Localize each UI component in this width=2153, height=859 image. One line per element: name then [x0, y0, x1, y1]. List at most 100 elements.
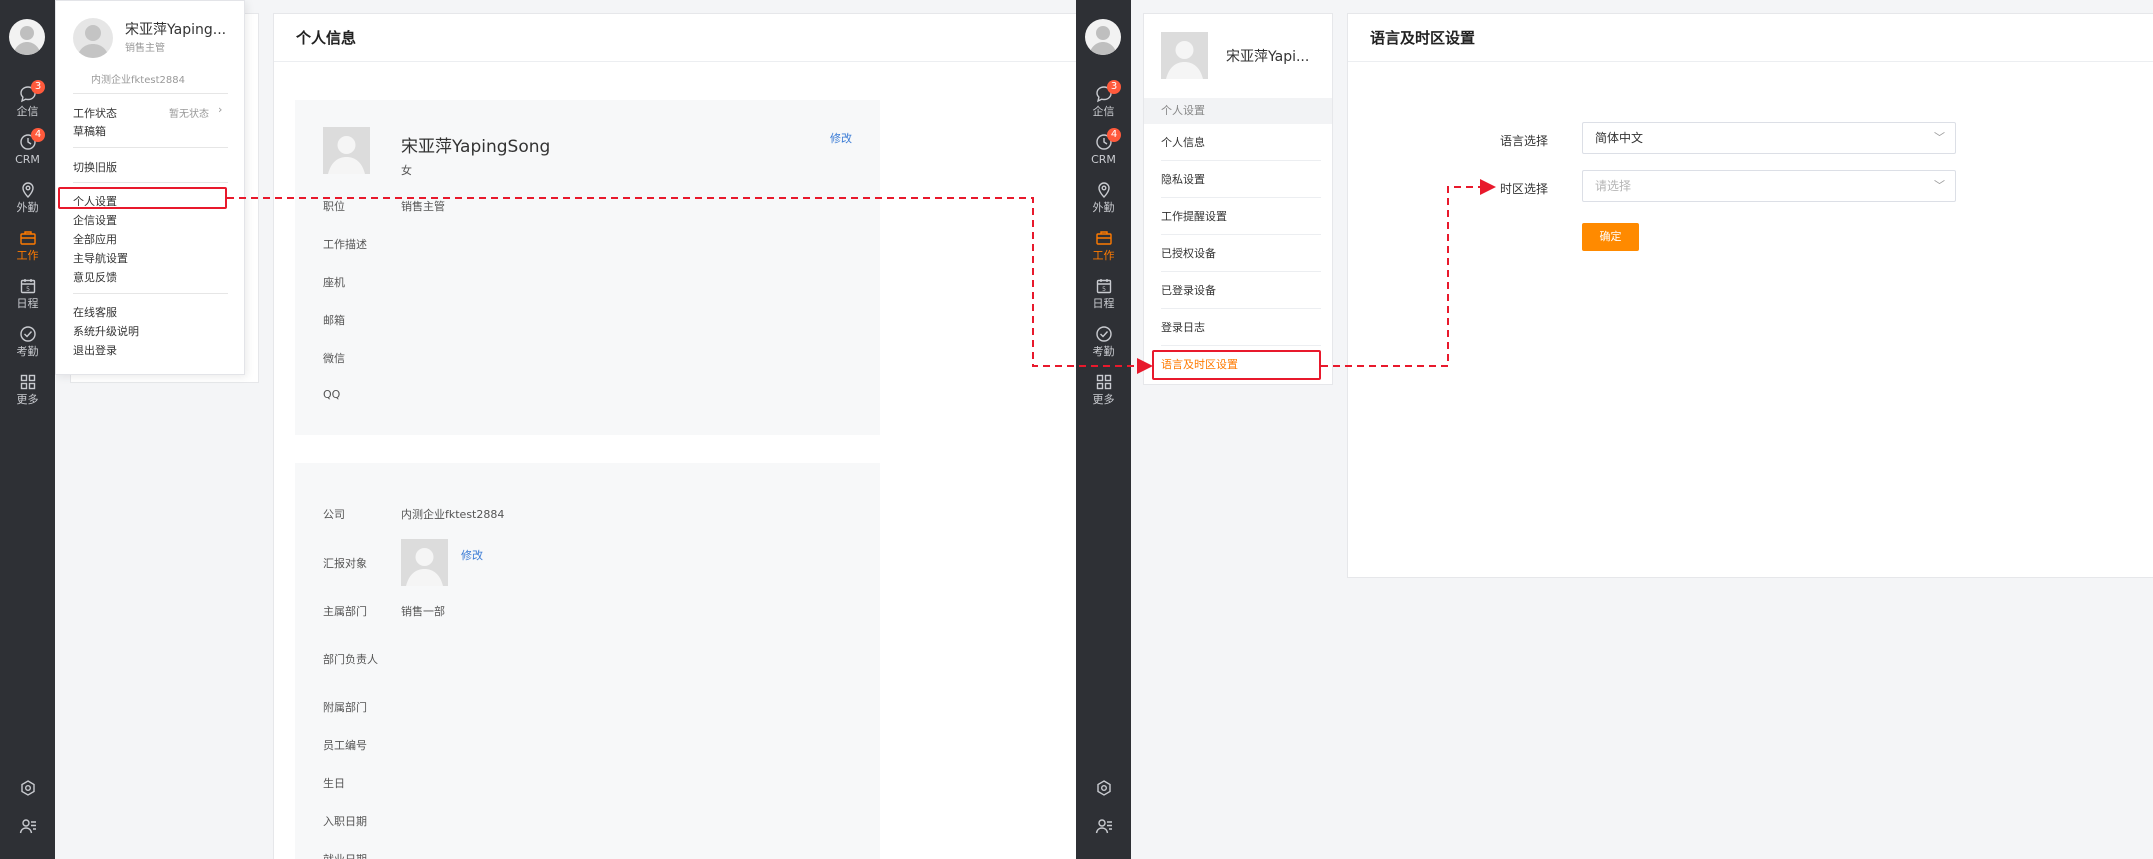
sidebar-item-field[interactable]: 外勤 — [1076, 174, 1131, 220]
settings-button[interactable] — [0, 773, 55, 803]
timezone-label: 时区选择 — [1500, 182, 1549, 196]
work-status-value: 暂无状态 — [169, 109, 209, 120]
location-icon — [21, 181, 34, 198]
menu-item-drafts[interactable]: 草稿箱 — [73, 123, 106, 139]
birthday-label: 生日 — [323, 777, 345, 790]
avatar-placeholder-icon — [328, 136, 365, 174]
menu-item-upgrade-notes[interactable]: 系统升级说明 — [73, 323, 139, 339]
sidebar-label: 更多 — [16, 392, 39, 406]
sidebar-item-attendance[interactable]: 考勤 — [0, 318, 55, 364]
edit-report-to-link[interactable]: 修改 — [461, 547, 483, 563]
settings-user-name: 宋亚萍Yapi... — [1226, 49, 1310, 65]
check-circle-icon — [1095, 325, 1112, 342]
calendar-day: 5 — [1102, 286, 1106, 293]
avatar-placeholder-icon — [77, 25, 109, 58]
sidebar-label: 企信 — [1092, 104, 1115, 118]
location-icon — [1097, 181, 1110, 198]
unread-badge: 3 — [31, 80, 45, 94]
sidebar-item-attendance[interactable]: 考勤 — [1076, 318, 1131, 364]
menu-divider — [73, 293, 228, 294]
edit-profile-link[interactable]: 修改 — [830, 130, 852, 146]
profile-card: 个人信息 宋亚萍YapingSong 女 修改 职位 销售主管 工作描述 座机 … — [273, 13, 1076, 859]
sidebar-label: 日程 — [16, 296, 39, 310]
highlight-language-timezone — [1152, 350, 1321, 380]
briefcase-icon — [1095, 230, 1112, 245]
settings-icon — [1096, 780, 1111, 796]
sidebar-label: 工作 — [1092, 248, 1115, 262]
calendar-day: 5 — [26, 286, 30, 293]
menu-divider — [73, 182, 228, 183]
sidebar-item-work[interactable]: 工作 — [0, 222, 55, 268]
sidebar-label: CRM — [1091, 152, 1116, 166]
field-label: 邮箱 — [323, 314, 345, 327]
left-screenshot-panel: 企信 3 CRM 4 外勤 工作 5 日程 考勤 更多 个人信息 宋亚萍Yapi… — [0, 0, 1076, 859]
sidebar-item-more[interactable]: 更多 — [0, 366, 55, 412]
sidebar-item-more[interactable]: 更多 — [1076, 366, 1131, 412]
language-select[interactable]: 简体中文 ﹀ — [1582, 122, 1956, 154]
menu-item-logout[interactable]: 退出登录 — [73, 342, 117, 358]
sidebar-item-calendar[interactable]: 5 日程 — [0, 270, 55, 316]
sidebar-item-qixin[interactable]: 企信 3 — [0, 78, 55, 124]
settings-item-authorized-devices[interactable]: 已授权设备 — [1161, 235, 1321, 272]
menu-item-online-service[interactable]: 在线客服 — [73, 304, 117, 320]
report-to-label: 汇报对象 — [323, 557, 367, 570]
menu-divider — [73, 93, 228, 94]
sidebar-label: 企信 — [16, 104, 39, 118]
settings-item-logged-devices[interactable]: 已登录设备 — [1161, 272, 1321, 309]
sidebar-label: 考勤 — [1092, 344, 1115, 358]
sub-dept-label: 附属部门 — [323, 701, 367, 714]
menu-item-work-status[interactable]: 工作状态 — [73, 105, 117, 121]
avatar-placeholder-icon — [13, 26, 41, 55]
dropdown-avatar — [73, 18, 113, 58]
confirm-button[interactable]: 确定 — [1582, 223, 1639, 251]
field-label: 职位 — [323, 200, 345, 213]
settings-item-login-log[interactable]: 登录日志 — [1161, 309, 1321, 346]
contacts-button[interactable] — [0, 811, 55, 841]
settings-section-title: 个人设置 — [1144, 98, 1332, 124]
settings-button[interactable] — [1076, 773, 1131, 803]
sidebar-item-calendar[interactable]: 5 日程 — [1076, 270, 1131, 316]
sidebar-label: 工作 — [16, 248, 39, 262]
user-avatar[interactable] — [1085, 19, 1121, 55]
sidebar-item-field[interactable]: 外勤 — [0, 174, 55, 220]
unread-badge: 4 — [31, 128, 45, 142]
grid-icon — [1096, 374, 1111, 389]
settings-avatar — [1161, 32, 1208, 79]
app-sidebar: 企信 3 CRM 4 外勤 工作 5 日程 考勤 更多 — [0, 0, 55, 859]
profile-name: 宋亚萍YapingSong — [401, 137, 551, 157]
menu-item-main-nav-settings[interactable]: 主导航设置 — [73, 250, 128, 266]
menu-item-feedback[interactable]: 意见反馈 — [73, 269, 117, 285]
dropdown-company: 内测企业fktest2884 — [91, 75, 185, 86]
menu-item-all-apps[interactable]: 全部应用 — [73, 231, 117, 247]
user-avatar[interactable] — [9, 19, 45, 55]
unread-badge: 4 — [1107, 128, 1121, 142]
dept-value: 销售一部 — [401, 605, 445, 618]
menu-item-enterprise-settings[interactable]: 企信设置 — [73, 212, 117, 228]
grid-icon — [20, 374, 35, 389]
sidebar-label: 外勤 — [16, 200, 39, 214]
sidebar-item-crm[interactable]: CRM 4 — [0, 126, 55, 172]
chevron-down-icon: ﹀ — [1934, 131, 1945, 144]
contacts-button[interactable] — [1076, 811, 1131, 841]
menu-item-switch-old[interactable]: 切换旧版 — [73, 159, 117, 175]
avatar-placeholder-icon — [1089, 26, 1117, 55]
field-label: 座机 — [323, 276, 345, 289]
sidebar-item-crm[interactable]: CRM 4 — [1076, 126, 1131, 172]
sidebar-item-qixin[interactable]: 企信 3 — [1076, 78, 1131, 124]
page-title: 语言及时区设置 — [1348, 14, 2153, 62]
company-value: 内测企业fktest2884 — [401, 508, 505, 521]
settings-item-personal-info[interactable]: 个人信息 — [1161, 124, 1321, 161]
sidebar-label: 考勤 — [16, 344, 39, 358]
join-date-label: 入职日期 — [323, 815, 367, 828]
org-info-section: 公司 内测企业fktest2884 汇报对象 修改 主属部门 销售一部 部门负责… — [295, 463, 880, 859]
sidebar-item-work[interactable]: 工作 — [1076, 222, 1131, 268]
settings-item-privacy[interactable]: 隐私设置 — [1161, 161, 1321, 198]
sidebar-label: CRM — [15, 152, 40, 166]
sidebar-label: 日程 — [1092, 296, 1115, 310]
settings-item-work-reminder[interactable]: 工作提醒设置 — [1161, 198, 1321, 235]
settings-icon — [20, 780, 35, 796]
timezone-select[interactable]: 请选择 ﹀ — [1582, 170, 1956, 202]
language-timezone-card: 语言及时区设置 语言选择 简体中文 ﹀ 时区选择 请选择 ﹀ 确定 — [1347, 13, 2153, 578]
language-selected-value: 简体中文 — [1595, 131, 1644, 145]
profile-gender: 女 — [401, 164, 412, 177]
